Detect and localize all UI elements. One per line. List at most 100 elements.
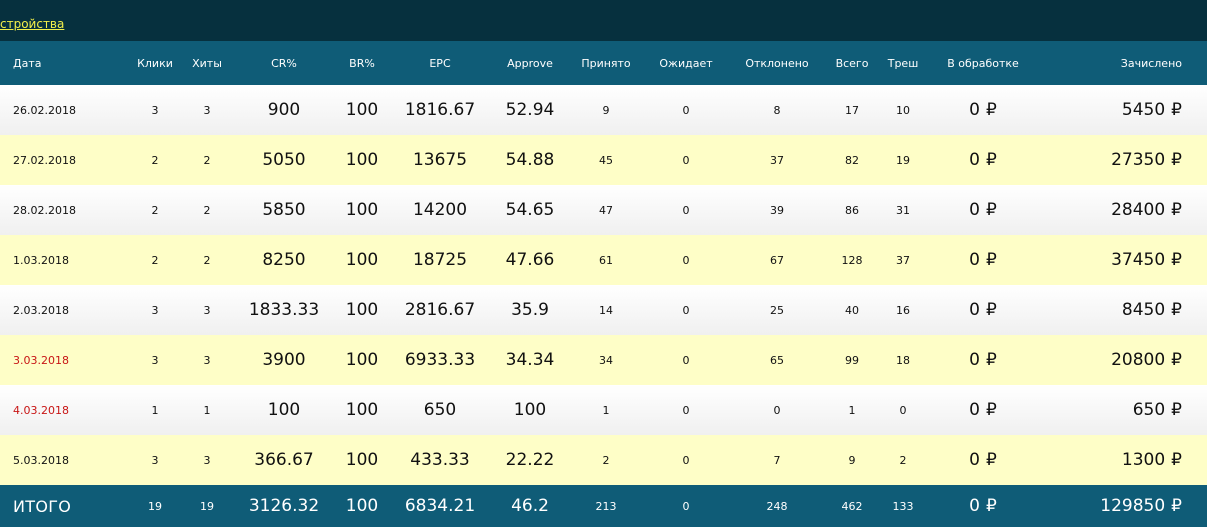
clicks-value: 3 (151, 353, 159, 367)
clicks-value: 2 (151, 203, 159, 217)
ruble-sign-icon: ₽ (1171, 450, 1182, 470)
processing-value: 0 (969, 350, 980, 370)
column-header-pending[interactable]: Ожидает (651, 41, 721, 85)
column-header-accepted[interactable]: Принято (576, 41, 636, 85)
clicks-value: 2 (151, 253, 159, 267)
pending-value: 0 (682, 253, 690, 267)
cell-credited: 8450 ₽ (1040, 285, 1182, 335)
date-text: 4.03.2018 (13, 403, 69, 417)
trash-value: 18 (896, 353, 910, 367)
rejected-value: 37 (770, 153, 784, 167)
cell-processing: 0 ₽ (933, 335, 1033, 385)
total-value: 9 (848, 453, 856, 467)
cell-approve: 46.2 (490, 485, 570, 527)
cell-approve: 100 (490, 385, 570, 435)
column-header-approve[interactable]: Approve (490, 41, 570, 85)
cell-epc: 18725 (390, 235, 490, 285)
cell-date: 5.03.2018 (13, 435, 123, 485)
column-header-cr[interactable]: CR% (234, 41, 334, 85)
clicks-value: 3 (151, 103, 159, 117)
cell-br: 100 (332, 235, 392, 285)
epc-value: 6933.33 (404, 350, 476, 370)
column-header-credited[interactable]: Зачислено (1040, 41, 1182, 85)
cell-pending: 0 (651, 385, 721, 435)
epc-value: 14200 (412, 200, 468, 220)
trash-value: 16 (896, 303, 910, 317)
cell-accepted: 213 (576, 485, 636, 527)
br-value: 100 (345, 200, 379, 220)
approve-value: 52.94 (505, 100, 555, 120)
br-value: 100 (345, 450, 379, 470)
cell-total: 9 (826, 435, 878, 485)
ruble-sign-icon: ₽ (986, 250, 997, 270)
column-header-processing[interactable]: В обработке (933, 41, 1033, 85)
cell-epc: 6933.33 (390, 335, 490, 385)
ruble-sign-icon: ₽ (986, 100, 997, 120)
cell-epc: 1816.67 (390, 85, 490, 135)
column-header-trash[interactable]: Треш (883, 41, 923, 85)
cr-value: 1833.33 (248, 300, 320, 320)
cell-cr: 900 (234, 85, 334, 135)
table-row: 28.02.2018 2 2 5850 100 14200 54.65 47 0 39 86 31 0 ₽… (0, 185, 1207, 235)
clicks-value: 2 (151, 153, 159, 167)
ruble-sign-icon: ₽ (986, 300, 997, 320)
cell-br: 100 (332, 435, 392, 485)
cell-processing: 0 ₽ (933, 135, 1033, 185)
devices-link[interactable]: стройства (0, 17, 64, 31)
column-header-hits[interactable]: Хиты (187, 41, 227, 85)
pending-value: 0 (682, 453, 690, 467)
rejected-value: 25 (770, 303, 784, 317)
cell-trash: 31 (883, 185, 923, 235)
cell-epc: 2816.67 (390, 285, 490, 335)
cell-epc: 14200 (390, 185, 490, 235)
total-value: 462 (841, 499, 863, 513)
cell-accepted: 1 (576, 385, 636, 435)
cell-br: 100 (332, 85, 392, 135)
cell-date: 3.03.2018 (13, 335, 123, 385)
processing-value: 0 (969, 300, 980, 320)
cell-pending: 0 (651, 85, 721, 135)
table-row: 4.03.2018 1 1 100 100 650 100 1 0 0 1 0 0 ₽650 ₽ (0, 385, 1207, 435)
column-header-rejected[interactable]: Отклонено (735, 41, 819, 85)
table-row: 2.03.2018 3 3 1833.33 100 2816.67 35.9 14 0 25 40 1… (0, 285, 1207, 335)
cell-accepted: 9 (576, 85, 636, 135)
cell-rejected: 8 (735, 85, 819, 135)
column-header-epc[interactable]: EPC (390, 41, 490, 85)
ruble-sign-icon: ₽ (1171, 350, 1182, 370)
cell-date: 26.02.2018 (13, 85, 123, 135)
cell-hits: 19 (187, 485, 227, 527)
cell-total: 40 (826, 285, 878, 335)
cell-approve: 54.65 (490, 185, 570, 235)
column-header-date[interactable]: Дата (13, 41, 123, 85)
cell-hits: 2 (187, 185, 227, 235)
pending-value: 0 (682, 303, 690, 317)
hits-value: 1 (203, 403, 211, 417)
column-header-total[interactable]: Всего (826, 41, 878, 85)
cell-trash: 133 (883, 485, 923, 527)
ruble-sign-icon: ₽ (986, 496, 997, 516)
column-header-clicks[interactable]: Клики (135, 41, 175, 85)
cell-cr: 366.67 (234, 435, 334, 485)
cell-credited: 37450 ₽ (1040, 235, 1182, 285)
cell-trash: 16 (883, 285, 923, 335)
br-value: 100 (345, 250, 379, 270)
hits-value: 2 (203, 203, 211, 217)
cell-clicks: 3 (135, 435, 175, 485)
cell-br: 100 (332, 135, 392, 185)
epc-value: 433.33 (410, 450, 470, 470)
table-row: 1.03.2018 2 2 8250 100 18725 47.66 61 0 67 128 37 0 ₽… (0, 235, 1207, 285)
cell-total: 82 (826, 135, 878, 185)
cr-value: 8250 (262, 250, 306, 270)
cell-trash: 2 (883, 435, 923, 485)
cell-rejected: 25 (735, 285, 819, 335)
cell-accepted: 47 (576, 185, 636, 235)
trash-value: 2 (899, 453, 907, 467)
cell-hits: 2 (187, 135, 227, 185)
cell-trash: 18 (883, 335, 923, 385)
cell-cr: 100 (234, 385, 334, 435)
cell-approve: 54.88 (490, 135, 570, 185)
rejected-value: 8 (773, 103, 781, 117)
rejected-value: 67 (770, 253, 784, 267)
column-header-br[interactable]: BR% (332, 41, 392, 85)
cell-date: 27.02.2018 (13, 135, 123, 185)
